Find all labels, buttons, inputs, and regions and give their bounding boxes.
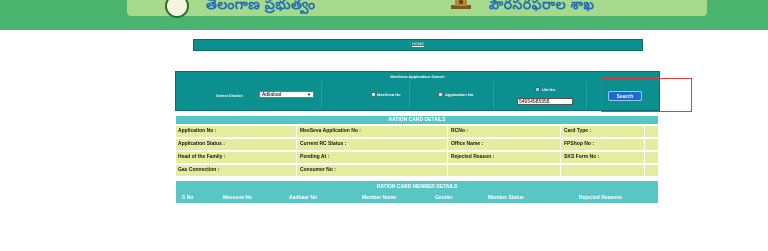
column-header: Aadhaar No xyxy=(289,195,318,201)
table-row: Gas Connection : Consumer No : xyxy=(176,165,658,176)
table-cell: Head of the Family : xyxy=(178,154,226,160)
district-value: Adilabad xyxy=(262,92,282,98)
header-title-left: తెలంగాణ ప్రభుత్వం xyxy=(206,0,316,12)
divider xyxy=(321,81,322,108)
table-cell: Rejected Reason : xyxy=(451,154,495,160)
table-row: Head of the Family : Pending At : Reject… xyxy=(176,152,658,163)
table-cell: Card Type : xyxy=(564,128,592,134)
application-no-label: Application No. xyxy=(445,92,475,97)
table-cell: Office Name : xyxy=(451,141,484,147)
meeseva-search-panel: MeeSeva Application Search Select Distri… xyxy=(175,71,660,111)
column-header: Rejected Reasons xyxy=(579,195,623,201)
ration-card-title: RATION CARD DETAILS xyxy=(176,116,658,124)
nav-bar: HOME xyxy=(193,39,643,51)
table-row: Application Status : Current RC Status :… xyxy=(176,139,658,150)
search-panel-title: MeeSeva Application Search xyxy=(390,74,445,79)
table-cell: RCNo : xyxy=(451,128,468,134)
member-details-title: RATION CARD MEMBER DETAILS xyxy=(376,184,458,190)
uid-input[interactable]: 54654585958 xyxy=(517,98,573,105)
table-cell: Pending At : xyxy=(300,154,330,160)
table-cell: Gas Connection : xyxy=(178,167,220,173)
lion-emblem-icon xyxy=(451,0,471,9)
chevron-down-icon: ▼ xyxy=(307,92,311,97)
column-header: Member Name xyxy=(362,195,397,201)
table-cell: Consumer No : xyxy=(300,167,336,173)
district-label: Select District xyxy=(216,93,243,98)
uid-no-radio[interactable] xyxy=(535,87,540,92)
header-title-right: పౌరసరఫరాల శాఖ xyxy=(489,0,595,12)
table-cell: Application Status : xyxy=(178,141,225,147)
uid-no-label: Uid No. xyxy=(542,87,556,92)
district-select[interactable]: Adilabad ▼ xyxy=(259,91,314,98)
member-details-table: RATION CARD MEMBER DETAILS S No Meeseva … xyxy=(176,181,658,203)
column-header: S No xyxy=(182,195,194,201)
ration-card-details-table: RATION CARD DETAILS Application No : Mee… xyxy=(176,116,658,176)
table-cell: FPShop No : xyxy=(564,141,594,147)
table-cell: MeeSeva Application No : xyxy=(300,128,361,134)
table-cell: Current RC Status : xyxy=(300,141,347,147)
column-header: Meeseva No xyxy=(223,195,252,201)
home-link[interactable]: HOME xyxy=(194,41,642,46)
table-cell: SKS Form No : xyxy=(564,154,600,160)
member-header-row: S No Meeseva No Aadhaar No Member Name G… xyxy=(176,195,658,203)
divider xyxy=(586,81,587,108)
column-header: Gender xyxy=(435,195,453,201)
table-row: Application No : MeeSeva Application No … xyxy=(176,126,658,137)
table-cell: Application No : xyxy=(178,128,217,134)
divider xyxy=(409,81,410,108)
application-no-radio[interactable] xyxy=(438,92,443,97)
highlight-box xyxy=(601,78,692,112)
meeseva-no-radio[interactable] xyxy=(371,92,376,97)
divider xyxy=(493,81,494,108)
meeseva-no-label: MeeSeva No xyxy=(377,92,401,97)
column-header: Member Status xyxy=(488,195,524,201)
site-header: తెలంగాణ ప్రభుత్వం పౌరసరఫరాల శాఖ xyxy=(0,0,768,30)
